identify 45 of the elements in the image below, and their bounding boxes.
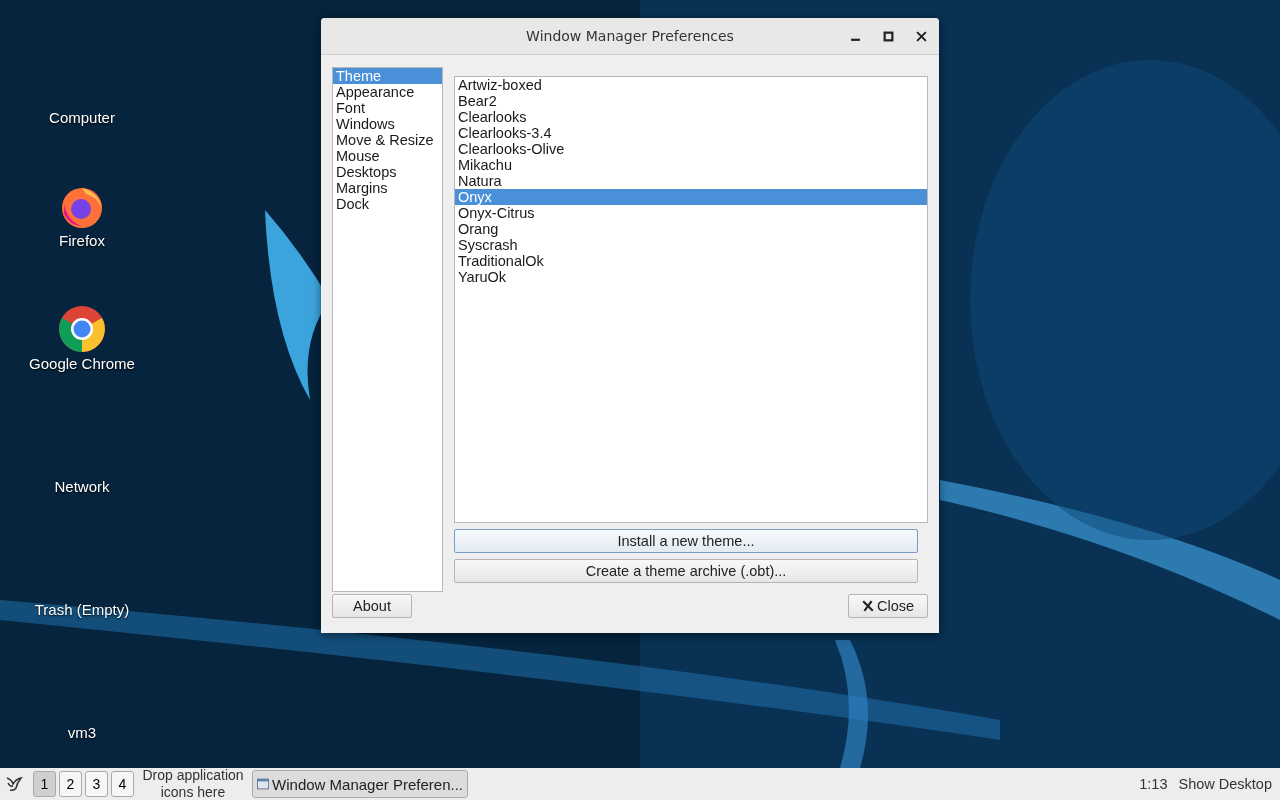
clock: 1:13	[1139, 776, 1168, 792]
list-option[interactable]: Bear2	[455, 93, 927, 109]
show-desktop-button[interactable]: Show Desktop	[1178, 776, 1280, 792]
close-icon[interactable]	[916, 31, 927, 42]
list-option[interactable]: Clearlooks	[455, 109, 927, 125]
desktop-switch-button[interactable]: 4	[111, 771, 134, 797]
list-option[interactable]: Syscrash	[455, 237, 927, 253]
desktop-icon-label[interactable]: Computer	[49, 109, 115, 126]
category-item[interactable]: Font	[333, 100, 442, 116]
window-title: Window Manager Preferences	[526, 28, 734, 44]
desktop-switch-button[interactable]: 2	[59, 771, 82, 797]
maximize-icon[interactable]	[883, 31, 894, 42]
round-logo-icon[interactable]	[58, 305, 106, 353]
category-item[interactable]: Windows	[333, 116, 442, 132]
list-option[interactable]: Onyx-Citrus	[455, 205, 927, 221]
category-item[interactable]: Margins	[333, 180, 442, 196]
category-item[interactable]: Desktops	[333, 164, 442, 180]
desktop-switch-button[interactable]: 3	[85, 771, 108, 797]
create-archive-button[interactable]: Create a theme archive (.obt)...	[454, 559, 918, 583]
list-option[interactable]: Clearlooks-Olive	[455, 141, 927, 157]
window-icon	[257, 777, 270, 791]
list-option[interactable]: Mikachu	[455, 157, 927, 173]
category-item[interactable]: Move & Resize	[333, 132, 442, 148]
desktop-icon-label[interactable]: Network	[54, 478, 110, 495]
desktop-icon-label[interactable]: vm3	[67, 724, 97, 741]
close-icon	[861, 600, 874, 612]
category-item[interactable]: Dock	[333, 196, 442, 212]
bird-icon[interactable]	[4, 774, 24, 794]
category-item[interactable]: Appearance	[333, 84, 442, 100]
desktop-icon-label[interactable]: Google Chrome	[29, 355, 135, 372]
launcher-hint: Drop application icons here	[141, 767, 245, 800]
list-option[interactable]: YaruOk	[455, 269, 927, 285]
list-option[interactable]: Natura	[455, 173, 927, 189]
list-option[interactable]: TraditionalOk	[455, 253, 927, 269]
task-button[interactable]: Window Manager Preferen...	[252, 770, 468, 798]
list-option[interactable]: Clearlooks-3.4	[455, 125, 927, 141]
desktop-icon-label[interactable]: Firefox	[59, 232, 105, 249]
install-theme-button[interactable]: Install a new theme...	[454, 529, 918, 553]
close-button[interactable]: Close	[848, 594, 928, 618]
list-option[interactable]: Orang	[455, 221, 927, 237]
category-item[interactable]: Mouse	[333, 148, 442, 164]
desktop-icon-label[interactable]: Trash (Empty)	[34, 601, 130, 618]
about-button[interactable]: About	[332, 594, 412, 618]
desktop-switch-button[interactable]: 1	[33, 771, 56, 797]
list-option[interactable]: Artwiz-boxed	[455, 77, 927, 93]
